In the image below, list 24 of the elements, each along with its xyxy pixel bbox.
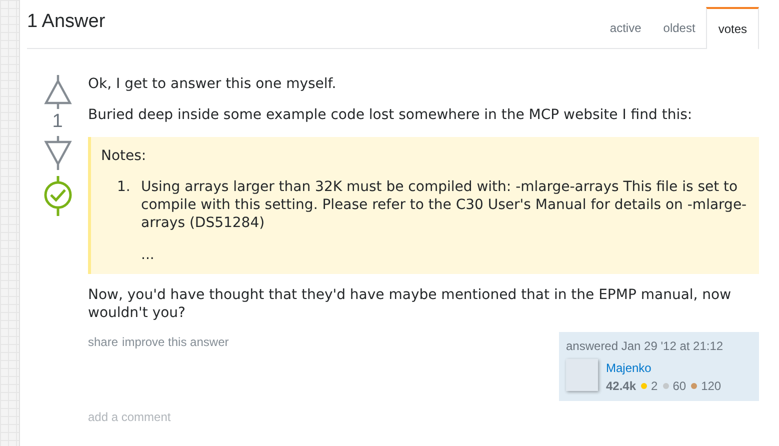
answer-count-heading: 1 Answer xyxy=(27,10,106,34)
answered-time: answered Jan 29 '12 at 21:12 xyxy=(566,338,724,355)
badge-count: 2 xyxy=(651,379,658,393)
list-item-text: Using arrays larger than 32K must be compiled with: -mlarge-arrays This file is set to compile with this setting. Please refer to the C30 User's Manual for details on -mlarge-arrays (DS51284) xyxy=(141,178,748,232)
paragraph: Now, you'd have thought that they'd have maybe mentioned that in the EPMP manual, now wouldn't you? xyxy=(88,286,732,322)
ellipsis-text: ... xyxy=(141,246,156,264)
sort-tab[interactable]: active xyxy=(598,7,652,48)
vote-count: 1 xyxy=(52,111,63,133)
paragraph: Buried deep inside some example code lost somewhere in the MCP website I find this: xyxy=(88,106,694,124)
user-name-link[interactable]: Majenko xyxy=(606,359,722,377)
downvote-icon[interactable] xyxy=(44,136,72,170)
post-link[interactable]: improve this answer xyxy=(122,335,229,349)
quote-heading: Notes: xyxy=(101,147,148,165)
add-comment-link[interactable]: add a comment xyxy=(88,408,171,426)
upvote-icon[interactable] xyxy=(44,75,72,109)
reputation: 42.4k xyxy=(606,379,636,393)
avatar xyxy=(566,359,598,391)
paragraph: Ok, I get to answer this one myself. xyxy=(88,75,338,93)
list-number: 1. xyxy=(117,178,132,197)
sort-tab[interactable]: oldest xyxy=(652,7,706,48)
badge-count: 60 xyxy=(672,379,686,393)
post-link[interactable]: share xyxy=(88,335,118,349)
badge-count: 120 xyxy=(701,379,722,393)
sort-tab[interactable]: votes xyxy=(706,7,759,49)
